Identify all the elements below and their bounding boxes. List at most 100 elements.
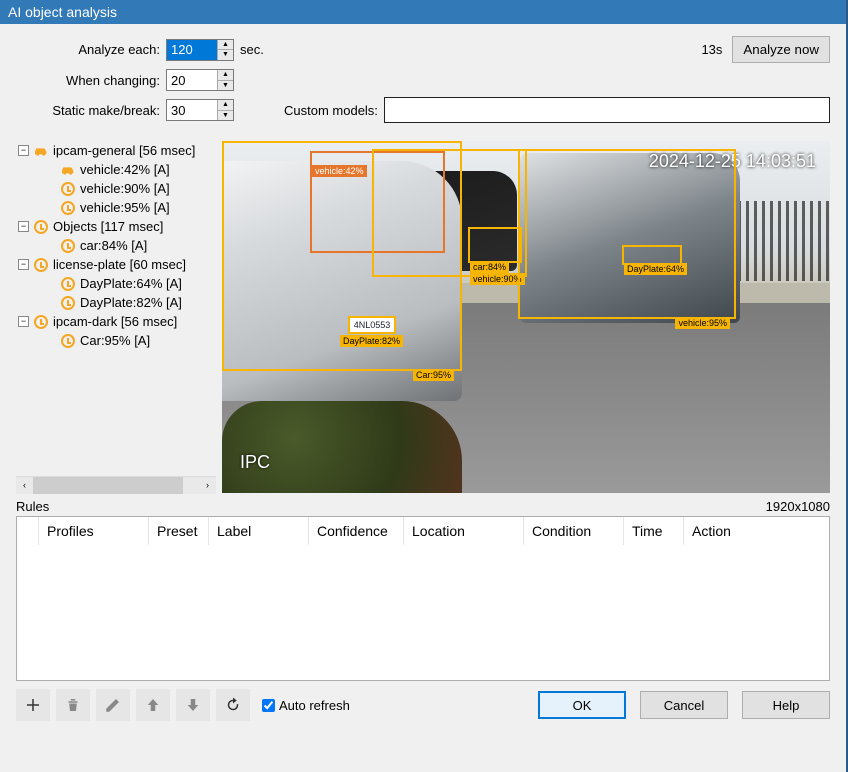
edit-button[interactable] [96,689,130,721]
col-preset[interactable]: Preset [149,517,209,545]
detection-tree[interactable]: − ipcam-general [56 msec] vehicle:42% [A… [16,141,216,476]
stopwatch-icon [33,220,49,234]
camera-preview[interactable]: 2024-12-25 14:03:51 IPC vehicle:42% car:… [222,141,830,493]
window-title: AI object analysis [8,4,117,20]
spin-up-icon[interactable]: ▲ [218,100,233,111]
when-changing-input[interactable] [167,70,217,90]
bbox-label: vehicle:95% [675,317,730,329]
bbox-label: vehicle:90% [470,273,525,285]
tree-group[interactable]: − ipcam-general [56 msec] [16,141,216,160]
bbox-car84: car:84% [468,227,522,263]
tree-item[interactable]: DayPlate:82% [A] [16,293,216,312]
rules-label: Rules [16,499,49,514]
stopwatch-icon [60,201,76,215]
col-label[interactable]: Label [209,517,309,545]
preview-camera-name: IPC [240,452,270,473]
scroll-left-icon[interactable]: ‹ [16,477,33,494]
scroll-track[interactable] [33,477,199,494]
tree-item[interactable]: vehicle:95% [A] [16,198,216,217]
col-blank[interactable] [17,517,39,545]
stopwatch-icon [33,258,49,272]
rules-grid[interactable]: Profiles Preset Label Confidence Locatio… [16,516,830,681]
tree-label: ipcam-general [56 msec] [53,143,195,158]
col-location[interactable]: Location [404,517,524,545]
tree-label: DayPlate:64% [A] [80,276,182,291]
analyze-each-input[interactable] [167,40,217,60]
bbox-label: car:84% [470,261,509,273]
status-time: 13s [701,42,722,57]
move-up-button[interactable] [136,689,170,721]
spin-up-icon[interactable]: ▲ [218,70,233,81]
auto-refresh-input[interactable] [262,699,275,712]
col-action[interactable]: Action [684,517,829,545]
tree-label: ipcam-dark [56 msec] [53,314,177,329]
stopwatch-icon [60,334,76,348]
col-confidence[interactable]: Confidence [309,517,404,545]
tree-label: vehicle:95% [A] [80,200,170,215]
bbox-label: DayPlate:82% [340,335,403,347]
car-icon [60,164,76,176]
bbox-label: Car:95% [413,369,454,381]
stopwatch-icon [60,182,76,196]
collapse-icon[interactable]: − [18,221,29,232]
tree-item[interactable]: vehicle:90% [A] [16,179,216,198]
tree-label: vehicle:42% [A] [80,162,170,177]
delete-button[interactable] [56,689,90,721]
window-titlebar: AI object analysis [0,0,846,24]
analyze-each-label: Analyze each: [16,42,166,57]
auto-refresh-label: Auto refresh [279,698,350,713]
tree-item[interactable]: vehicle:42% [A] [16,160,216,179]
tree-scrollbar[interactable]: ‹ › [16,476,216,493]
analyze-now-button[interactable]: Analyze now [732,36,830,63]
bbox-plate: 4NL0553 [348,316,396,334]
custom-models-label: Custom models: [284,103,378,118]
custom-models-input[interactable] [384,97,830,123]
tree-label: Car:95% [A] [80,333,150,348]
stopwatch-icon [60,277,76,291]
ok-button[interactable]: OK [538,691,626,719]
collapse-icon[interactable]: − [18,145,29,156]
bbox-dayplate64: DayPlate:64% [622,245,682,265]
analyze-each-spinner[interactable]: ▲ ▼ [166,39,234,61]
tree-label: vehicle:90% [A] [80,181,170,196]
refresh-button[interactable] [216,689,250,721]
tree-label: license-plate [60 msec] [53,257,186,272]
spin-down-icon[interactable]: ▼ [218,111,233,121]
analyze-each-unit: sec. [240,42,264,57]
stopwatch-icon [60,239,76,253]
col-time[interactable]: Time [624,517,684,545]
tree-item[interactable]: Car:95% [A] [16,331,216,350]
resolution-label: 1920x1080 [766,499,830,514]
spin-down-icon[interactable]: ▼ [218,81,233,91]
tree-item[interactable]: DayPlate:64% [A] [16,274,216,293]
tree-label: Objects [117 msec] [53,219,163,234]
tree-group[interactable]: − ipcam-dark [56 msec] [16,312,216,331]
add-button[interactable] [16,689,50,721]
static-spinner[interactable]: ▲ ▼ [166,99,234,121]
auto-refresh-checkbox[interactable]: Auto refresh [262,698,350,713]
static-input[interactable] [167,100,217,120]
tree-item[interactable]: car:84% [A] [16,236,216,255]
collapse-icon[interactable]: − [18,259,29,270]
tree-group[interactable]: − license-plate [60 msec] [16,255,216,274]
when-changing-label: When changing: [16,73,166,88]
scroll-right-icon[interactable]: › [199,477,216,494]
when-changing-spinner[interactable]: ▲ ▼ [166,69,234,91]
tree-label: car:84% [A] [80,238,147,253]
static-label: Static make/break: [16,103,166,118]
bbox-vehicle95: vehicle:95% [518,149,736,319]
tree-group[interactable]: − Objects [117 msec] [16,217,216,236]
spin-up-icon[interactable]: ▲ [218,40,233,51]
help-button[interactable]: Help [742,691,830,719]
cancel-button[interactable]: Cancel [640,691,728,719]
spin-down-icon[interactable]: ▼ [218,50,233,60]
collapse-icon[interactable]: − [18,316,29,327]
move-down-button[interactable] [176,689,210,721]
plate-text: 4NL0553 [354,320,391,330]
scroll-thumb[interactable] [33,477,183,494]
bbox-label: DayPlate:64% [624,263,687,275]
col-condition[interactable]: Condition [524,517,624,545]
car-icon [33,145,49,157]
tree-label: DayPlate:82% [A] [80,295,182,310]
col-profiles[interactable]: Profiles [39,517,149,545]
